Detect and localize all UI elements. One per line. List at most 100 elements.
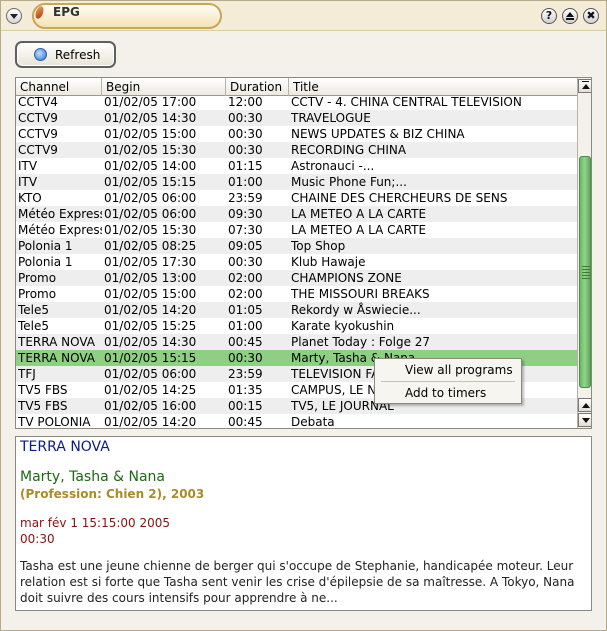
table-cell: 00:30 xyxy=(228,351,263,365)
detail-subtitle: (Profession: Chien 2), 2003 xyxy=(20,487,205,501)
table-cell: 23:59 xyxy=(228,367,263,381)
table-cell: TV5 FBS xyxy=(18,383,68,397)
table-cell: Klub Hawaje xyxy=(291,255,366,269)
menu-item-view-all-programs[interactable]: View all programs xyxy=(375,360,521,380)
column-header-title[interactable]: Title xyxy=(289,78,577,96)
refresh-button[interactable]: Refresh xyxy=(15,41,116,68)
table-cell: Promo xyxy=(18,287,57,301)
table-cell: Météo Express xyxy=(18,207,102,221)
table-cell: CCTV9 xyxy=(18,127,58,141)
table-cell: 01/02/05 15:30 xyxy=(104,143,197,157)
table-row[interactable]: TV POLONIA 01/02/05 14:20 00:45 Debata xyxy=(16,414,577,429)
table-row[interactable]: Polonia 1 01/02/05 17:30 00:30 Klub Hawaje xyxy=(16,254,577,270)
table-row[interactable]: Promo 01/02/05 13:00 02:00 CHAMPIONS ZONE xyxy=(16,270,577,286)
table-row[interactable]: Polonia 1 01/02/05 08:25 09:05 Top Shop xyxy=(16,238,577,254)
grip-line xyxy=(582,266,590,267)
vertical-scrollbar[interactable] xyxy=(577,78,591,428)
table-row[interactable]: KTO 01/02/05 06:00 23:59 CHAINE DES CHERCHE… xyxy=(16,190,577,206)
epg-window: EPG ? ✖ Refresh Channel Begin Duration T… xyxy=(0,0,607,631)
table-row[interactable]: Tele5 01/02/05 15:25 01:00 Karate kyokushin xyxy=(16,318,577,334)
table-cell: 01:35 xyxy=(228,383,263,397)
table-cell: 01/02/05 15:00 xyxy=(104,287,197,301)
table-row[interactable]: Météo Express 01/02/05 15:30 07:30 LA METEO… xyxy=(16,222,577,238)
column-header-channel[interactable]: Channel xyxy=(16,78,102,96)
table-cell: 01/02/05 14:30 xyxy=(104,111,197,125)
table-cell: 00:30 xyxy=(228,111,263,125)
table-cell: Karate kyokushin xyxy=(291,319,395,333)
detail-description: Tasha est une jeune chienne de berger qu… xyxy=(20,559,575,605)
table-cell: 00:30 xyxy=(228,127,263,141)
grip-line xyxy=(582,275,590,276)
table-cell: Polonia 1 xyxy=(18,239,73,253)
table-cell: Promo xyxy=(18,271,57,285)
column-header-begin[interactable]: Begin xyxy=(102,78,226,96)
table-cell: 07:30 xyxy=(228,223,263,237)
table-cell: CCTV9 xyxy=(18,143,58,157)
table-cell: LA METEO A LA CARTE xyxy=(291,223,427,237)
arrow-up-icon xyxy=(582,84,590,89)
table-row[interactable]: ITV 01/02/05 14:00 01:15 Astronauci -... xyxy=(16,158,577,174)
table-row[interactable]: Météo Express 01/02/05 06:00 09:30 LA METEO… xyxy=(16,206,577,222)
table-cell: 01/02/05 14:20 xyxy=(104,303,197,317)
close-button[interactable]: ✖ xyxy=(583,8,599,24)
table-cell: 02:00 xyxy=(228,271,263,285)
table-cell: CCTV - 4. CHINA CENTRAL TELEVISION xyxy=(291,97,522,109)
table-cell: TERRA NOVA xyxy=(18,335,95,349)
shade-button[interactable] xyxy=(562,8,578,24)
scroll-thumb[interactable] xyxy=(579,156,591,388)
scroll-up-button[interactable] xyxy=(578,398,591,412)
table-cell: 23:59 xyxy=(228,191,263,205)
table-row[interactable]: Tele5 01/02/05 14:20 01:05 Rekordy w Åswiec… xyxy=(16,302,577,318)
table-cell: Tele5 xyxy=(18,319,50,333)
detail-title: Marty, Tasha & Nana xyxy=(20,469,165,485)
table-cell: Music Phone Fun;... xyxy=(291,175,407,189)
table-cell: TV5 FBS xyxy=(18,399,68,413)
table-cell: 01/02/05 15:25 xyxy=(104,319,197,333)
table-row[interactable]: CCTV9 01/02/05 15:00 00:30 NEWS UPDATES & B… xyxy=(16,126,577,142)
table-row[interactable]: TERRA NOVA 01/02/05 14:30 00:45 Planet Toda… xyxy=(16,334,577,350)
table-cell: Rekordy w Åswiecie... xyxy=(291,303,421,317)
table-cell: 00:30 xyxy=(228,255,263,269)
table-row[interactable]: Promo 01/02/05 15:00 02:00 THE MISSOURI BRE… xyxy=(16,286,577,302)
table-cell: 01/02/05 16:00 xyxy=(104,399,197,413)
detail-duration: 00:30 xyxy=(20,532,55,546)
table-cell: Météo Express xyxy=(18,223,102,237)
table-cell: NEWS UPDATES & BIZ CHINA xyxy=(291,127,465,141)
grip-line xyxy=(582,269,590,270)
table-cell: CCTV4 xyxy=(18,97,58,109)
table-cell: ITV xyxy=(18,159,38,173)
column-header-duration[interactable]: Duration xyxy=(226,78,289,96)
menu-item-add-to-timers[interactable]: Add to timers xyxy=(375,383,521,403)
table-row[interactable]: ITV 01/02/05 15:15 01:00 Music Phone Fun;..… xyxy=(16,174,577,190)
table-cell: TERRA NOVA xyxy=(18,351,95,365)
grip-line xyxy=(582,272,590,273)
table-cell: 02:00 xyxy=(228,287,263,301)
table-row[interactable]: CCTV9 01/02/05 15:30 00:30 RECORDING CHINA xyxy=(16,142,577,158)
table-cell: 01:00 xyxy=(228,175,263,189)
table-cell: Debata xyxy=(291,415,335,429)
table-cell: 01/02/05 14:25 xyxy=(104,383,197,397)
window-title: EPG xyxy=(53,5,80,19)
detail-channel: TERRA NOVA xyxy=(20,439,110,455)
table-cell: 00:30 xyxy=(228,143,263,157)
table-row[interactable]: CCTV4 01/02/05 17:00 12:00 CCTV - 4. CHINA … xyxy=(16,97,577,110)
detail-datetime: mar fév 1 15:15:00 2005 xyxy=(20,516,171,530)
table-cell: THE MISSOURI BREAKS xyxy=(291,287,430,301)
table-cell: 09:05 xyxy=(228,239,263,253)
table-cell: CHAINE DES CHERCHEURS DE SENS xyxy=(291,191,508,205)
table-cell: TFJ xyxy=(18,367,36,381)
scroll-top-button[interactable] xyxy=(578,79,591,93)
scroll-down-button[interactable] xyxy=(578,413,591,427)
table-cell: 00:15 xyxy=(228,399,263,413)
context-menu: View all programs Add to timers xyxy=(374,358,522,404)
shade-bar-icon xyxy=(566,18,574,20)
table-cell: 12:00 xyxy=(228,97,263,109)
table-header: Channel Begin Duration Title xyxy=(16,78,577,96)
table-row[interactable]: CCTV9 01/02/05 14:30 00:30 TRAVELOGUE xyxy=(16,110,577,126)
table-cell: CCTV9 xyxy=(18,111,58,125)
table-cell: Astronauci -... xyxy=(291,159,375,173)
window-menu-icon[interactable] xyxy=(6,8,22,24)
help-button[interactable]: ? xyxy=(541,8,557,24)
table-cell: 01:15 xyxy=(228,159,263,173)
title-bar[interactable]: EPG ? ✖ xyxy=(1,1,606,31)
